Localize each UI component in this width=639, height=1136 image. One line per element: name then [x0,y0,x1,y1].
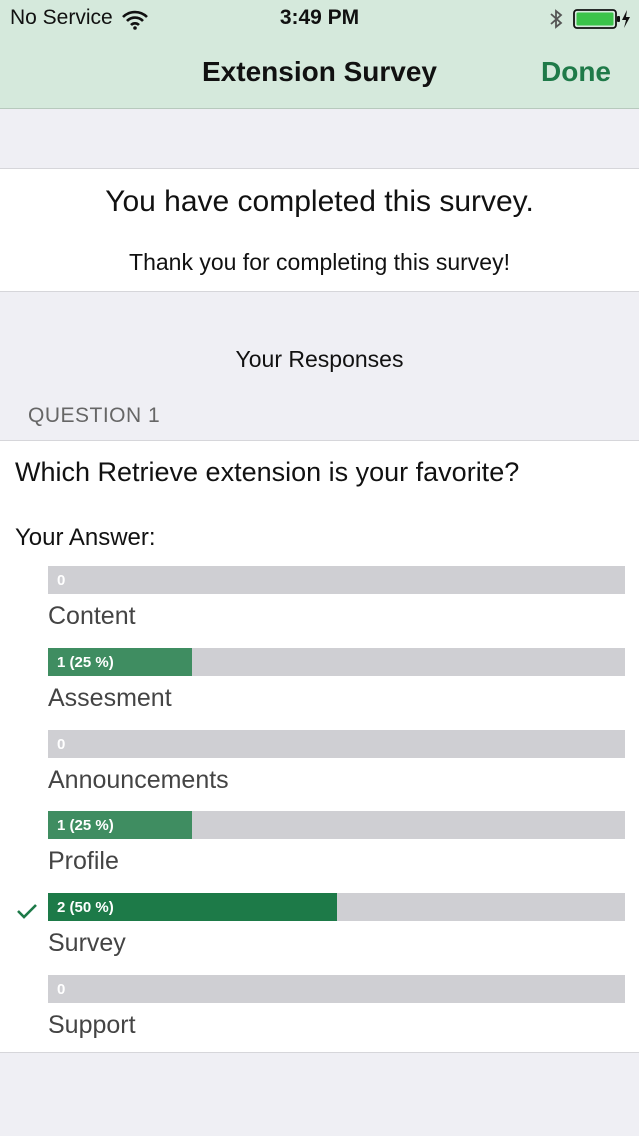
option-bar-text: 2 (50 %) [57,899,114,916]
option-label-profile: Profile [48,847,119,875]
option-label-content: Content [48,602,136,630]
option-bar-announcements: 0 [48,730,625,758]
question-text: Which Retrieve extension is your favorit… [15,457,520,487]
option-bar-content: 0 [48,566,625,594]
navigation-bar: No Service 3:49 PM Extension Survey Done [0,0,639,109]
question-card: Which Retrieve extension is your favorit… [0,440,639,509]
option-bar-text: 0 [57,736,66,753]
completion-title: You have completed this survey. [105,185,534,218]
option-bar-assesment: 1 (25 %) [48,648,625,676]
bluetooth-icon [550,9,563,29]
option-bar-text: 0 [57,572,66,589]
battery-charging-icon [573,9,630,29]
option-bar-survey: 2 (50 %) [48,893,625,921]
completion-subtitle: Thank you for completing this survey! [129,249,510,275]
option-bar-text: 1 (25 %) [57,817,114,834]
question-number-label: QUESTION 1 [28,404,161,427]
option-bar-text: 1 (25 %) [57,654,114,671]
completion-card: You have completed this survey. Thank yo… [0,168,639,292]
option-label-support: Support [48,1011,136,1039]
option-bar-profile: 1 (25 %) [48,811,625,839]
done-button[interactable]: Done [541,56,611,88]
option-bar-text: 0 [57,981,66,998]
clock: 3:49 PM [279,6,360,29]
option-label-survey: Survey [48,929,126,957]
checkmark-icon [17,904,37,919]
answer-label: Your Answer: [15,524,156,551]
option-label-announcements: Announcements [48,766,229,794]
option-label-assesment: Assesment [48,684,172,712]
option-bar-support: 0 [48,975,625,1003]
responses-heading: Your Responses [235,346,404,372]
answer-card: Your Answer: 0 Content 1 (25 %) Assesmen… [0,508,639,1053]
